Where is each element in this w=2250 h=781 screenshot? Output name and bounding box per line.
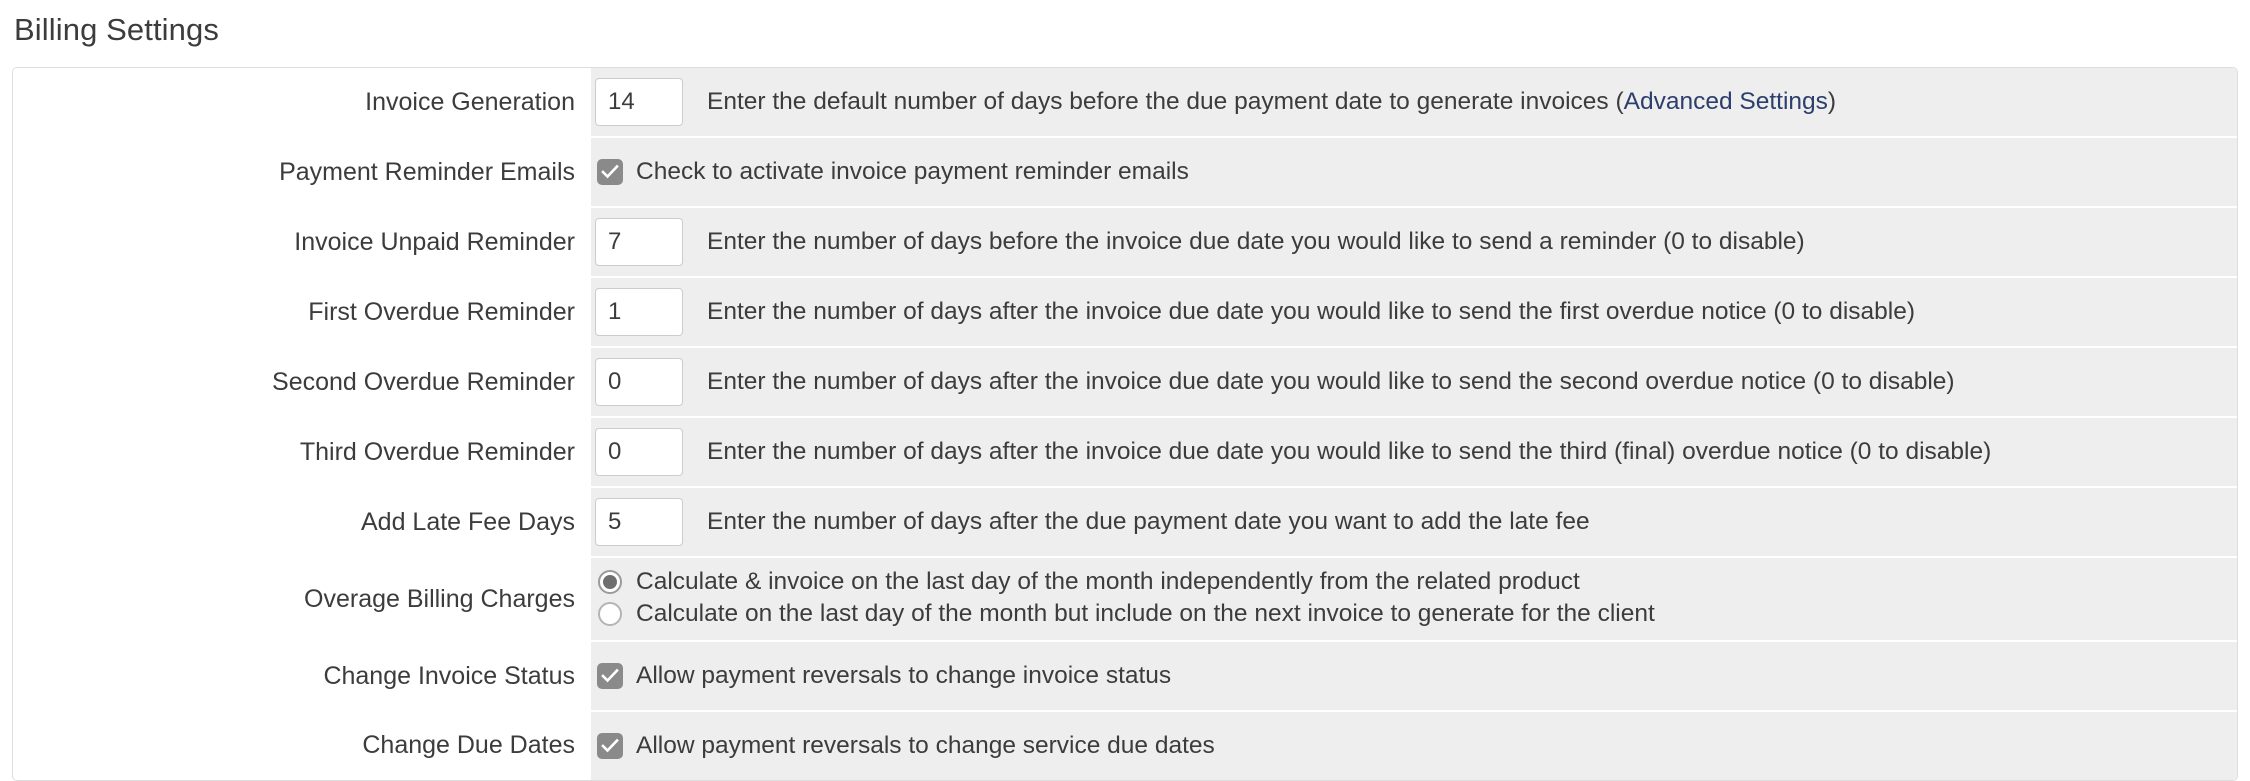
table-row: Second Overdue Reminder Enter the number…	[13, 347, 2237, 418]
change-invoice-status-checkbox[interactable]	[597, 663, 623, 689]
table-row: Payment Reminder Emails Check to activat…	[13, 137, 2237, 208]
label-second-overdue-reminder: Second Overdue Reminder	[13, 347, 591, 417]
payment-reminder-emails-checkbox[interactable]	[597, 159, 623, 185]
table-row: Invoice Unpaid Reminder Enter the number…	[13, 207, 2237, 278]
value-second-overdue-reminder: Enter the number of days after the invoi…	[591, 347, 2237, 418]
first-overdue-reminder-input[interactable]	[595, 288, 683, 336]
label-invoice-unpaid-reminder: Invoice Unpaid Reminder	[13, 207, 591, 277]
second-overdue-reminder-description: Enter the number of days after the invoi…	[707, 368, 1955, 396]
invoice-generation-input[interactable]	[595, 78, 683, 126]
radio-selected-icon[interactable]	[598, 570, 622, 594]
label-change-due-dates: Change Due Dates	[13, 711, 591, 780]
settings-panel: Invoice Generation Enter the default num…	[12, 67, 2238, 781]
value-invoice-unpaid-reminder: Enter the number of days before the invo…	[591, 207, 2237, 278]
third-overdue-reminder-description: Enter the number of days after the invoi…	[707, 438, 1992, 466]
value-third-overdue-reminder: Enter the number of days after the invoi…	[591, 417, 2237, 488]
overage-option-independent[interactable]: Calculate & invoice on the last day of t…	[591, 568, 2237, 596]
label-invoice-generation: Invoice Generation	[13, 68, 591, 137]
value-change-invoice-status: Allow payment reversals to change invoic…	[591, 641, 2237, 712]
table-row: Invoice Generation Enter the default num…	[13, 68, 2237, 138]
table-row: Third Overdue Reminder Enter the number …	[13, 417, 2237, 488]
radio-unselected-icon[interactable]	[598, 602, 622, 626]
overage-option-next-invoice[interactable]: Calculate on the last day of the month b…	[591, 600, 2237, 628]
value-first-overdue-reminder: Enter the number of days after the invoi…	[591, 277, 2237, 348]
invoice-unpaid-reminder-input[interactable]	[595, 218, 683, 266]
settings-form-table: Invoice Generation Enter the default num…	[13, 68, 2237, 780]
third-overdue-reminder-input[interactable]	[595, 428, 683, 476]
table-row: Add Late Fee Days Enter the number of da…	[13, 487, 2237, 558]
value-payment-reminder-emails: Check to activate invoice payment remind…	[591, 137, 2237, 208]
second-overdue-reminder-input[interactable]	[595, 358, 683, 406]
change-due-dates-checkbox[interactable]	[597, 733, 623, 759]
value-add-late-fee-days: Enter the number of days after the due p…	[591, 487, 2237, 558]
overage-option-independent-label: Calculate & invoice on the last day of t…	[636, 568, 1580, 595]
value-change-due-dates: Allow payment reversals to change servic…	[591, 711, 2237, 780]
settings-rows: Invoice Generation Enter the default num…	[13, 68, 2237, 780]
overage-option-next-invoice-label: Calculate on the last day of the month b…	[636, 600, 1655, 627]
label-add-late-fee-days: Add Late Fee Days	[13, 487, 591, 557]
label-payment-reminder-emails: Payment Reminder Emails	[13, 137, 591, 207]
change-invoice-status-label: Allow payment reversals to change invoic…	[636, 662, 1172, 689]
label-third-overdue-reminder: Third Overdue Reminder	[13, 417, 591, 487]
check-icon	[601, 738, 619, 753]
table-row: Change Invoice Status Allow payment reve…	[13, 641, 2237, 712]
invoice-unpaid-reminder-description: Enter the number of days before the invo…	[707, 228, 1805, 256]
add-late-fee-days-input[interactable]	[595, 498, 683, 546]
billing-settings-page: Billing Settings Invoice Generation Ente…	[0, 0, 2250, 781]
label-change-invoice-status: Change Invoice Status	[13, 641, 591, 711]
label-overage-billing-charges: Overage Billing Charges	[13, 557, 591, 641]
table-row: Change Due Dates Allow payment reversals…	[13, 711, 2237, 780]
value-overage-billing-charges: Calculate & invoice on the last day of t…	[591, 557, 2237, 642]
table-row: First Overdue Reminder Enter the number …	[13, 277, 2237, 348]
page-title: Billing Settings	[14, 12, 219, 47]
first-overdue-reminder-description: Enter the number of days after the invoi…	[707, 298, 1916, 326]
overage-billing-charges-radio-group: Calculate & invoice on the last day of t…	[591, 558, 2237, 640]
payment-reminder-emails-label: Check to activate invoice payment remind…	[636, 158, 1189, 185]
check-icon	[601, 668, 619, 683]
desc-text-after: )	[1827, 88, 1837, 116]
value-invoice-generation: Enter the default number of days before …	[591, 68, 2237, 138]
table-row: Overage Billing Charges Calculate & invo…	[13, 557, 2237, 642]
invoice-generation-description: Enter the default number of days before …	[707, 87, 1836, 116]
label-first-overdue-reminder: First Overdue Reminder	[13, 277, 591, 347]
check-icon	[601, 164, 619, 179]
desc-text-before: Enter the default number of days before …	[707, 88, 1624, 116]
advanced-settings-link[interactable]: Advanced Settings	[1624, 88, 1828, 115]
add-late-fee-days-description: Enter the number of days after the due p…	[707, 508, 1590, 536]
